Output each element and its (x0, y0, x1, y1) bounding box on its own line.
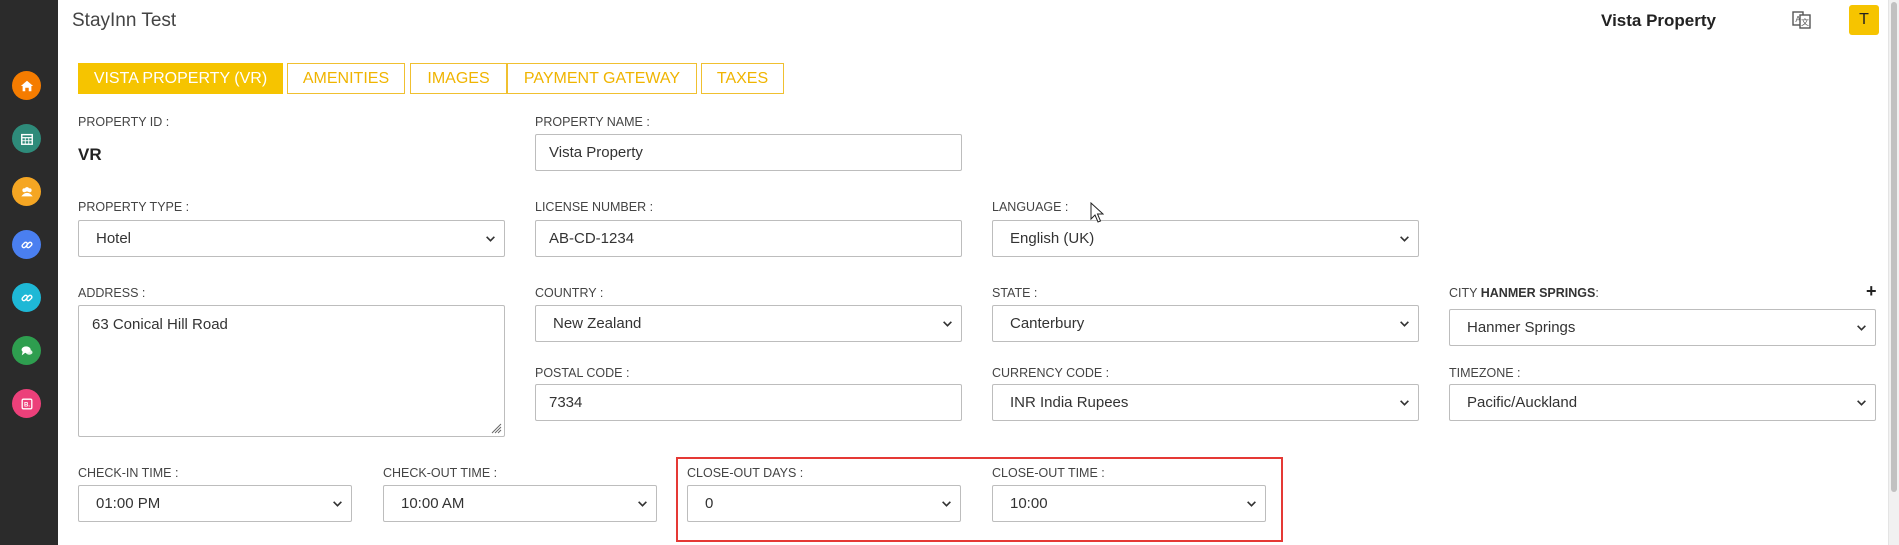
license-number-input[interactable]: AB-CD-1234 (535, 220, 962, 257)
timezone-value: Pacific/Auckland (1467, 394, 1578, 411)
chevron-down-icon (1857, 400, 1866, 406)
city-label-prefix: CITY (1449, 286, 1478, 300)
timezone-label: TIMEZONE : (1449, 366, 1521, 380)
tab-images[interactable]: IMAGES (410, 63, 507, 94)
booking-icon: B. (21, 398, 32, 409)
sidebar-item-messages[interactable] (12, 336, 41, 365)
check-out-time-value: 10:00 AM (401, 495, 465, 512)
property-name-label: PROPERTY NAME : (535, 115, 650, 129)
property-type-label: PROPERTY TYPE : (78, 200, 190, 214)
current-property-name[interactable]: Vista Property (1601, 11, 1716, 31)
translate-icon[interactable]: A 文 (1791, 9, 1813, 31)
resize-handle-icon[interactable] (490, 422, 502, 434)
address-label: ADDRESS : (78, 286, 146, 300)
add-city-button[interactable]: + (1866, 281, 1877, 302)
home-icon (20, 80, 33, 91)
chevron-down-icon (486, 236, 495, 242)
svg-text:B.: B. (23, 401, 29, 408)
close-out-days-label: CLOSE-OUT DAYS : (687, 466, 804, 480)
tab-property[interactable]: VISTA PROPERTY (VR) (78, 63, 283, 94)
link-icon (20, 294, 33, 301)
currency-code-label: CURRENCY CODE : (992, 366, 1110, 380)
city-label-suffix: : (1595, 286, 1599, 300)
tab-amenities[interactable]: AMENITIES (287, 63, 405, 94)
property-name-value: Vista Property (549, 144, 643, 161)
tab-taxes[interactable]: TAXES (701, 63, 784, 94)
language-value: English (UK) (1010, 230, 1095, 247)
property-type-value: Hotel (96, 230, 132, 247)
tab-payment-gateway[interactable]: PAYMENT GATEWAY (507, 63, 697, 94)
sidebar-item-booking[interactable]: B. (12, 389, 41, 418)
close-out-time-label: CLOSE-OUT TIME : (992, 466, 1105, 480)
sidebar: B. (0, 0, 58, 545)
calendar-icon (20, 133, 33, 145)
chevron-down-icon (1247, 501, 1256, 507)
language-select[interactable]: English (UK) (992, 220, 1419, 257)
top-bar: StayInn Test Vista Property A 文 T (58, 0, 1899, 40)
chevron-down-icon (638, 501, 647, 507)
chevron-down-icon (333, 501, 342, 507)
address-value: 63 Conical Hill Road (92, 316, 228, 333)
license-number-value: AB-CD-1234 (549, 230, 635, 247)
chevron-down-icon (942, 501, 951, 507)
user-avatar[interactable]: T (1849, 5, 1879, 35)
currency-code-select[interactable]: INR India Rupees (992, 384, 1419, 421)
city-label-name: HANMER SPRINGS (1480, 286, 1596, 300)
close-out-days-select[interactable]: 0 (687, 485, 961, 522)
chevron-down-icon (1400, 321, 1409, 327)
property-id-value: VR (78, 145, 102, 164)
scrollbar-thumb[interactable] (1891, 2, 1897, 492)
city-label: CITY HANMER SPRINGS: (1449, 286, 1599, 300)
sidebar-item-connections[interactable] (12, 283, 41, 312)
chevron-down-icon (1400, 236, 1409, 242)
property-type-select[interactable]: Hotel (78, 220, 505, 257)
sidebar-item-channels[interactable] (12, 230, 41, 259)
chevron-down-icon (943, 321, 952, 327)
property-id-label: PROPERTY ID : (78, 115, 170, 129)
mouse-cursor-icon (1090, 202, 1104, 223)
check-in-time-value: 01:00 PM (96, 495, 161, 512)
check-out-time-label: CHECK-OUT TIME : (383, 466, 498, 480)
city-value: Hanmer Springs (1467, 319, 1576, 336)
postal-code-value: 7334 (549, 394, 583, 411)
page-scrollbar[interactable] (1888, 0, 1899, 545)
close-out-time-select[interactable]: 10:00 (992, 485, 1266, 522)
users-icon (20, 186, 33, 196)
sidebar-item-guests[interactable] (12, 177, 41, 206)
chevron-down-icon (1400, 400, 1409, 406)
address-textarea[interactable]: 63 Conical Hill Road (78, 305, 505, 437)
country-select[interactable]: New Zealand (535, 305, 962, 342)
timezone-select[interactable]: Pacific/Auckland (1449, 384, 1876, 421)
state-label: STATE : (992, 286, 1038, 300)
svg-text:文: 文 (1801, 17, 1809, 27)
city-select[interactable]: Hanmer Springs (1449, 309, 1876, 346)
state-value: Canterbury (1010, 315, 1085, 332)
chat-icon (21, 345, 33, 355)
link-icon (20, 241, 33, 248)
country-value: New Zealand (553, 315, 642, 332)
property-name-input[interactable]: Vista Property (535, 134, 962, 171)
app-title: StayInn Test (72, 10, 177, 31)
check-in-time-select[interactable]: 01:00 PM (78, 485, 352, 522)
language-label: LANGUAGE : (992, 200, 1069, 214)
sidebar-item-calendar[interactable] (12, 124, 41, 153)
state-select[interactable]: Canterbury (992, 305, 1419, 342)
postal-code-label: POSTAL CODE : (535, 366, 630, 380)
chevron-down-icon (1857, 325, 1866, 331)
check-in-time-label: CHECK-IN TIME : (78, 466, 179, 480)
close-out-days-value: 0 (705, 495, 714, 512)
close-out-time-value: 10:00 (1010, 495, 1048, 512)
currency-code-value: INR India Rupees (1010, 394, 1129, 411)
postal-code-input[interactable]: 7334 (535, 384, 962, 421)
license-number-label: LICENSE NUMBER : (535, 200, 654, 214)
check-out-time-select[interactable]: 10:00 AM (383, 485, 657, 522)
country-label: COUNTRY : (535, 286, 604, 300)
sidebar-item-home[interactable] (12, 71, 41, 100)
